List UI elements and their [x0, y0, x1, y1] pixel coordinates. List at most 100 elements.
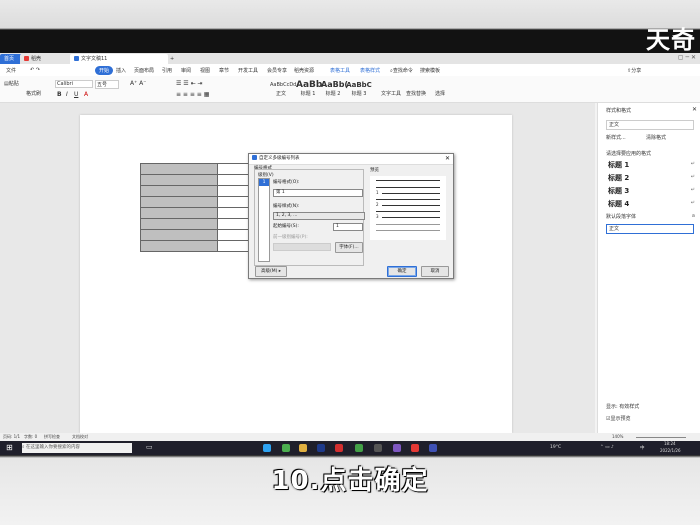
preview-box: 1 2 3 [370, 176, 446, 240]
current-style-box[interactable]: 正文 [606, 120, 694, 130]
wps-icon[interactable] [335, 444, 343, 452]
style-heading-2[interactable]: AaBb(标题 2 [321, 80, 348, 98]
align-icons[interactable]: ≡ ≡ ≡ ≡ ▦ [176, 91, 209, 98]
start-number-stepper[interactable]: 1 [333, 223, 363, 231]
ok-button[interactable]: 确定 [387, 266, 417, 277]
clear-format-button[interactable]: 清除格式 [646, 134, 666, 141]
format-painter-button[interactable]: 格式刷 [26, 90, 41, 97]
folder-icon[interactable] [299, 444, 307, 452]
menu-review[interactable]: 审阅 [181, 67, 191, 74]
advanced-button[interactable]: 高级(M) ▸ [255, 266, 287, 277]
app-icon[interactable] [393, 444, 401, 452]
pane-style-heading-3[interactable]: 标题 3 [608, 186, 629, 196]
pane-style-heading-2[interactable]: 标题 2 [608, 173, 629, 183]
document-table[interactable] [140, 163, 251, 252]
multilevel-list-dialog: 自定义多级编号列表 ✕ 编号格式 级别(V) 1 编号格式(O): 第 1 编号… [248, 153, 454, 279]
font-select[interactable]: Calibri [55, 80, 93, 88]
doc-proof[interactable]: 文档校对 [72, 434, 88, 440]
underline-icon[interactable]: U [74, 91, 78, 98]
tab-document[interactable]: 文字文稿11 [70, 54, 168, 64]
italic-icon[interactable]: I [66, 91, 68, 98]
menu-table-tools[interactable]: 表格工具 [330, 67, 350, 74]
style-heading-3[interactable]: AaBbC 标题 3 [346, 80, 372, 98]
cancel-button[interactable]: 取消 [421, 266, 449, 277]
window-controls[interactable]: ▢ ─ ✕ [678, 54, 696, 61]
return-icon: ↵ [690, 187, 695, 193]
pane-show-select[interactable]: 显示: 有效样式 [606, 403, 639, 410]
spell-check[interactable]: 拼写检查 [44, 434, 60, 440]
task-view-icon[interactable]: ▭ [146, 443, 153, 451]
pane-style-heading-4[interactable]: 标题 4 [608, 199, 629, 209]
num-format-input[interactable]: 第 1 [273, 189, 363, 197]
preview-line [376, 199, 440, 200]
select-button[interactable]: 选择 [435, 90, 445, 97]
pane-style-body[interactable]: 正文 [606, 224, 694, 234]
search-template[interactable]: 搜索模板 [420, 67, 440, 74]
new-style-button[interactable]: 新样式... [606, 134, 626, 141]
menu-section[interactable]: 章节 [219, 67, 229, 74]
style-body[interactable]: AaBbCcDd 正文 [270, 80, 296, 98]
menu-view[interactable]: 视图 [200, 67, 210, 74]
preview-line [376, 230, 440, 231]
menu-reference[interactable]: 引用 [162, 67, 172, 74]
taskbar-search[interactable]: ⌕ 在这里输入你要搜索的内容 [22, 443, 132, 453]
paste-button[interactable]: ▤粘贴 [4, 80, 19, 87]
close-icon[interactable]: ✕ [692, 106, 697, 113]
font-grow-icon[interactable]: A⁺ A⁻ [130, 80, 146, 87]
status-bar: 页码: 1/1 字数: 0 拼写检查 文档校对 140% [0, 433, 700, 441]
app-icon[interactable] [429, 444, 437, 452]
text-tools-button[interactable]: 文字工具 [381, 90, 401, 97]
num-style-select[interactable]: 1, 2, 3, ... [273, 212, 365, 220]
dialog-close-icon[interactable]: ✕ [445, 154, 450, 164]
pane-default-para[interactable]: 默认段落字体 [606, 213, 636, 220]
wechat-icon[interactable] [355, 444, 363, 452]
menu-file[interactable]: 文件 [6, 67, 16, 74]
windows-start-icon[interactable]: ⊞ [6, 443, 13, 452]
app-icon[interactable] [317, 444, 325, 452]
find-replace-button[interactable]: 查找替换 [406, 90, 426, 97]
weather[interactable]: 19°C [550, 445, 561, 450]
edge-icon[interactable] [263, 444, 271, 452]
style-heading-1[interactable]: AaBb 标题 1 [296, 80, 322, 98]
menu-docer[interactable]: 稻壳资源 [294, 67, 314, 74]
table-row [140, 229, 251, 241]
input-lang[interactable]: 中 [640, 445, 645, 451]
menu-insert[interactable]: 插入 [116, 67, 126, 74]
tab-home[interactable]: 首页 [0, 54, 22, 64]
search-command[interactable]: ⌕查找命令 [390, 67, 413, 74]
table-row [140, 207, 251, 219]
preview-line [376, 180, 440, 181]
share-button[interactable]: ⇪分享 [627, 67, 641, 74]
tray-icons[interactable]: ⌃ ▭ ♪ [600, 445, 614, 450]
clock-time[interactable]: 18:24 [664, 441, 676, 446]
preview-line [376, 224, 440, 225]
zoom-level[interactable]: 140% [612, 434, 623, 439]
search-command-label: 查找命令 [392, 68, 413, 74]
font-color-icon[interactable]: A [84, 91, 88, 98]
undo-icon[interactable]: ↶ ↷ [30, 67, 40, 73]
clock-date[interactable]: 2022/1/26 [660, 448, 681, 453]
style-heading-3-preview: AaBbC [346, 81, 372, 89]
new-tab-button[interactable]: + [166, 54, 182, 64]
zoom-slider[interactable] [636, 437, 686, 438]
font-button[interactable]: 字体(F)... [335, 242, 363, 253]
menu-table-style[interactable]: 表格样式 [360, 67, 380, 74]
app-icon[interactable] [411, 444, 419, 452]
start-label: 起始编号(S): [273, 224, 299, 229]
bold-icon[interactable]: B [57, 91, 62, 98]
app-icon[interactable] [374, 444, 382, 452]
word-count[interactable]: 字数: 0 [24, 434, 37, 440]
menu-layout[interactable]: 页面布局 [134, 67, 154, 74]
level-item-selected[interactable]: 1 [259, 179, 269, 186]
pane-preview-checkbox[interactable]: ☑显示预览 [606, 415, 631, 422]
chrome-icon[interactable] [282, 444, 290, 452]
menu-developer[interactable]: 开发工具 [238, 67, 258, 74]
menu-start[interactable]: 开始 [95, 66, 114, 75]
font-size-select[interactable]: 五号 [95, 80, 119, 89]
level-list[interactable]: 1 [258, 178, 270, 262]
pane-style-heading-1[interactable]: 标题 1 [608, 160, 629, 170]
list-icons[interactable]: ☰ ☰ ⇤ ⇥ [176, 80, 203, 87]
pane-section-label: 请选择要应用的格式 [606, 151, 652, 157]
tab-docer[interactable]: 稻壳 [20, 54, 66, 64]
menu-member[interactable]: 会员专享 [267, 67, 287, 74]
